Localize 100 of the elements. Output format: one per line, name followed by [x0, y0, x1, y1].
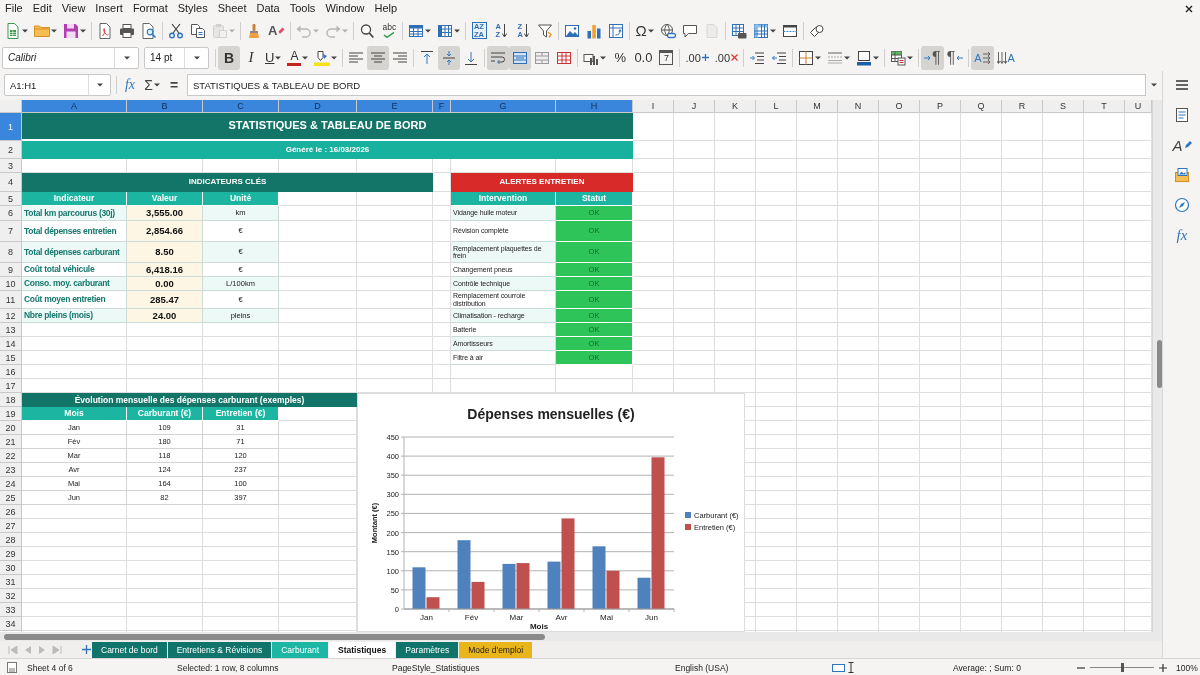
special-character-button[interactable]: Ω: [632, 18, 657, 43]
row-header[interactable]: 34: [0, 617, 22, 631]
row-header[interactable]: 4: [0, 173, 22, 192]
close-icon[interactable]: [1185, 4, 1193, 13]
column-header[interactable]: H: [556, 100, 633, 113]
row-header[interactable]: 24: [0, 477, 22, 491]
align-middle-button[interactable]: [438, 45, 461, 70]
row-header[interactable]: 20: [0, 421, 22, 435]
menu-item[interactable]: Edit: [27, 0, 57, 17]
column-header[interactable]: C: [203, 100, 279, 113]
plus-icon[interactable]: [1159, 663, 1167, 672]
row-header[interactable]: 11: [0, 291, 22, 309]
column-header[interactable]: U: [1125, 100, 1152, 113]
menu-item[interactable]: File: [0, 0, 28, 17]
column-header[interactable]: N: [838, 100, 879, 113]
column-header[interactable]: G: [451, 100, 556, 113]
sheet-tab[interactable]: Carnet de bord: [92, 641, 168, 658]
row-header[interactable]: 7: [0, 221, 22, 242]
menu-item[interactable]: View: [56, 0, 91, 17]
column-header[interactable]: F: [433, 100, 451, 113]
row-header[interactable]: 8: [0, 242, 22, 263]
column-header[interactable]: D: [279, 100, 357, 113]
rectangle-icon[interactable]: [832, 663, 845, 672]
date-button[interactable]: 7: [655, 45, 678, 70]
row-header[interactable]: 2: [0, 141, 22, 159]
row-header[interactable]: 27: [0, 519, 22, 533]
plus-icon[interactable]: [81, 645, 91, 654]
bold-button[interactable]: B: [218, 45, 240, 70]
column-header[interactable]: S: [1043, 100, 1084, 113]
row-header[interactable]: 9: [0, 263, 22, 277]
styles-button[interactable]: A: [1168, 131, 1196, 159]
row-header[interactable]: 10: [0, 277, 22, 291]
font-name-field[interactable]: Calibri: [2, 46, 139, 69]
row-header[interactable]: 22: [0, 449, 22, 463]
row-header[interactable]: 3: [0, 159, 22, 173]
row-header[interactable]: 21: [0, 435, 22, 449]
sheet-tab[interactable]: Mode d'emploi: [459, 641, 534, 658]
clear-formatting-button[interactable]: A: [265, 18, 289, 43]
vertical-text-button[interactable]: A: [993, 45, 1018, 70]
row-header[interactable]: 28: [0, 533, 22, 547]
row-header[interactable]: 23: [0, 463, 22, 477]
horizontal-scrollbar[interactable]: [0, 632, 1162, 641]
row-header[interactable]: 6: [0, 206, 22, 221]
text-cursor-icon[interactable]: [848, 662, 854, 673]
right-to-left-button[interactable]: ¶: [943, 45, 967, 70]
column-header[interactable]: M: [797, 100, 838, 113]
slider-thumb[interactable]: [1121, 663, 1124, 672]
column-header[interactable]: Q: [961, 100, 1002, 113]
row-header[interactable]: 25: [0, 491, 22, 505]
menu-item[interactable]: Data: [251, 0, 285, 17]
sheet-tab[interactable]: Paramètres: [396, 641, 460, 658]
menu-item[interactable]: Sheet: [212, 0, 252, 17]
merge-center-button[interactable]: [509, 45, 532, 70]
column-header[interactable]: P: [920, 100, 961, 113]
row-header[interactable]: 15: [0, 351, 22, 365]
row-header[interactable]: 29: [0, 547, 22, 561]
column-header[interactable]: O: [879, 100, 920, 113]
formula-input-field[interactable]: STATISTIQUES & TABLEAU DE BORD: [187, 74, 1146, 96]
font-size-field[interactable]: 14 pt: [144, 46, 209, 69]
row-header[interactable]: 13: [0, 323, 22, 337]
sheet-tab[interactable]: Statistiques: [329, 641, 397, 658]
row-header[interactable]: 30: [0, 561, 22, 575]
functions-button[interactable]: fx: [1168, 221, 1196, 249]
spelling-button[interactable]: abc: [378, 18, 401, 43]
column-header[interactable]: L: [756, 100, 797, 113]
row-header[interactable]: 18: [0, 393, 22, 407]
row-header[interactable]: 26: [0, 505, 22, 519]
row-header[interactable]: 1: [0, 113, 22, 141]
column-header[interactable]: E: [357, 100, 433, 113]
percent-button[interactable]: %: [609, 45, 632, 70]
row-header[interactable]: 17: [0, 379, 22, 393]
row-header[interactable]: 5: [0, 192, 22, 206]
sheet-tab[interactable]: Entretiens & Révisions: [167, 641, 273, 658]
delete-decimal-button[interactable]: .00: [711, 45, 742, 70]
column-header[interactable]: I: [633, 100, 674, 113]
menu-item[interactable]: Window: [320, 0, 370, 17]
row-header[interactable]: 33: [0, 603, 22, 617]
column-header[interactable]: A: [22, 100, 127, 113]
column-header[interactable]: B: [127, 100, 203, 113]
menu-item[interactable]: Insert: [90, 0, 128, 17]
menu-icon[interactable]: [1175, 79, 1189, 91]
row-header[interactable]: 19: [0, 407, 22, 421]
row-header[interactable]: 32: [0, 589, 22, 603]
function-wizard-button[interactable]: fx: [119, 73, 141, 97]
column-header[interactable]: J: [674, 100, 715, 113]
underline-button[interactable]: U: [262, 45, 285, 70]
menu-item[interactable]: Tools: [284, 0, 321, 17]
row-header[interactable]: 14: [0, 337, 22, 351]
row-header[interactable]: 12: [0, 309, 22, 323]
row-header[interactable]: 31: [0, 575, 22, 589]
wrap-text-button[interactable]: [487, 45, 510, 70]
row-header[interactable]: 16: [0, 365, 22, 379]
sum-button[interactable]: Σ: [141, 73, 163, 97]
menu-item[interactable]: Styles: [172, 0, 213, 17]
add-decimal-button[interactable]: .00: [682, 45, 712, 70]
formula-button[interactable]: =: [163, 73, 185, 97]
number-button[interactable]: 0.0: [631, 45, 656, 70]
column-header[interactable]: K: [715, 100, 756, 113]
menu-item[interactable]: Help: [369, 0, 403, 17]
italic-button[interactable]: I: [240, 45, 262, 70]
